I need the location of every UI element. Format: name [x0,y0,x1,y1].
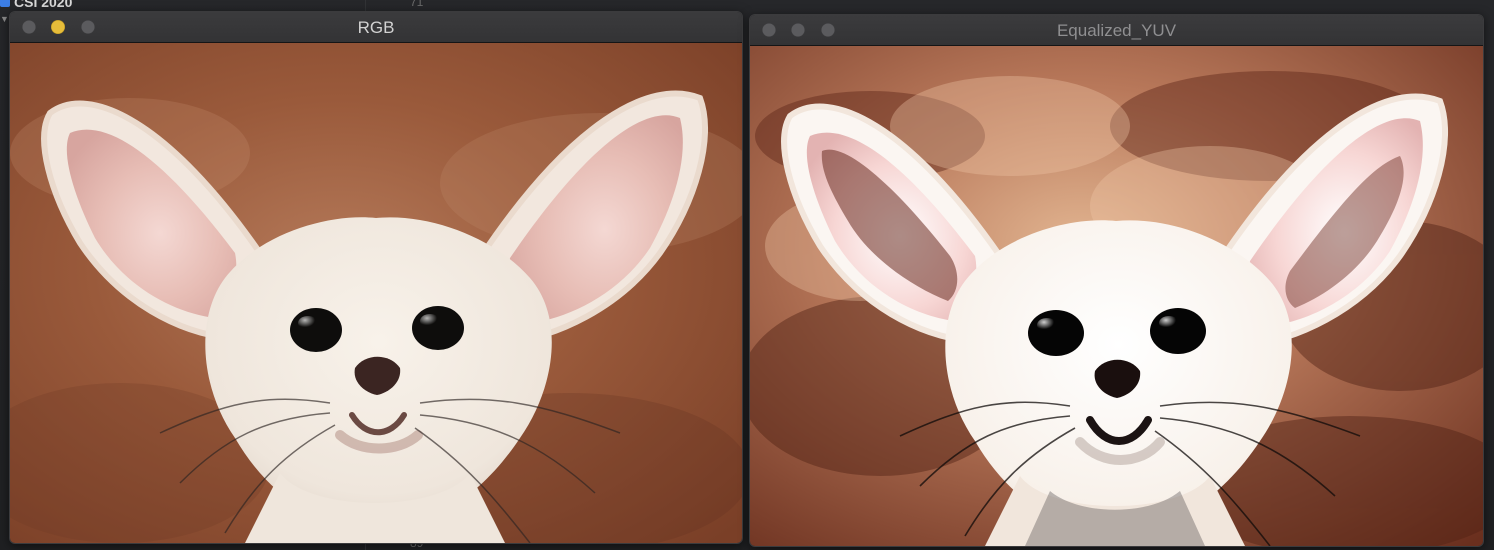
background-line-number: 71 [410,0,424,9]
window-titlebar[interactable]: Equalized_YUV [750,15,1483,46]
rgb-image [10,43,742,543]
background-project-label: CSI 2020 [0,0,130,10]
window-title: Equalized_YUV [1056,21,1177,40]
disclosure-triangle-icon[interactable]: ▼ [0,14,9,24]
folder-icon [0,0,10,7]
desktop: CSI 2020 ▼ 71 89 RGB [0,0,1494,550]
rgb-image-window[interactable]: RGB [9,11,743,544]
fennec-fox-image [10,43,742,543]
equalized-yuv-image-window[interactable]: Equalized_YUV [749,14,1484,547]
window-titlebar[interactable]: RGB [10,12,742,43]
fennec-fox-image-equalized [750,46,1483,546]
equalized-yuv-image [750,46,1483,546]
window-title: RGB [357,18,395,37]
background-project-name: CSI 2020 [14,0,73,10]
